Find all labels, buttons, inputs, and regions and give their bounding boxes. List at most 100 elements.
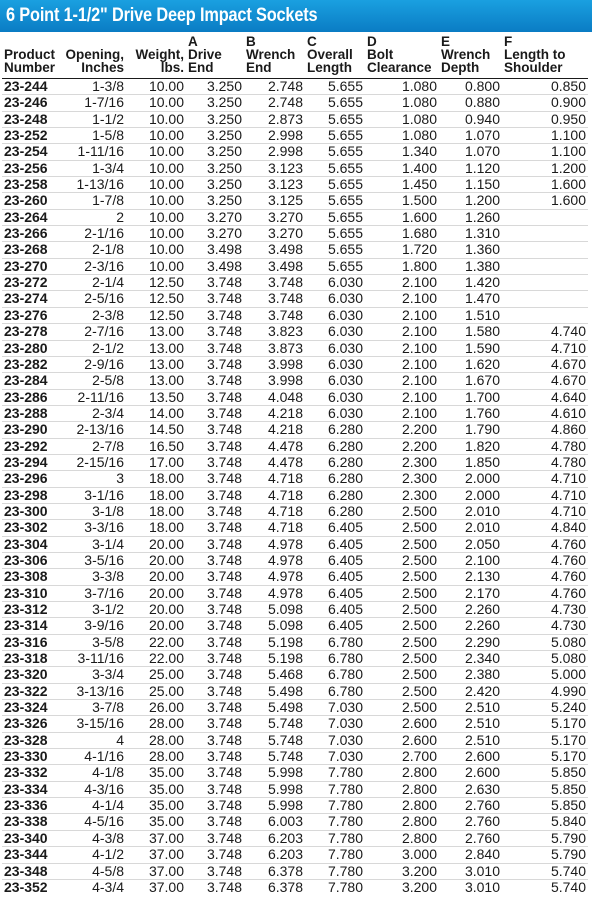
cell-overall-length: 6.280 xyxy=(305,454,365,472)
cell-opening-inches: 3-1/16 xyxy=(60,487,126,504)
cell-opening-inches: 2-7/16 xyxy=(60,323,126,341)
cell-opening-inches: 2-13/16 xyxy=(60,421,126,439)
cell-length-to-shoulder: 5.080 xyxy=(502,650,588,668)
cell-bolt-clearance: 3.000 xyxy=(365,846,439,864)
cell-bolt-clearance: 2.500 xyxy=(365,650,439,668)
cell-opening-inches: 4-3/8 xyxy=(60,830,126,848)
cell-opening-inches: 4 xyxy=(60,732,126,750)
cell-wrench-end: 3.998 xyxy=(244,356,305,374)
table-row: 23-330 4-1/16 28.00 3.748 5.748 7.030 2.700 2.6… xyxy=(2,748,588,766)
cell-opening-inches: 2-5/8 xyxy=(60,372,126,390)
cell-length-to-shoulder: 0.950 xyxy=(502,111,588,129)
cell-overall-length: 6.405 xyxy=(305,519,365,537)
cell-weight-lbs: 18.00 xyxy=(126,487,186,504)
cell-product-number: 23-348 xyxy=(2,863,60,880)
cell-weight-lbs: 37.00 xyxy=(126,846,186,864)
table-row: 23-284 2-5/8 13.00 3.748 3.998 6.030 2.100 1.67… xyxy=(2,372,588,390)
cell-wrench-depth: 2.510 xyxy=(439,716,502,733)
cell-wrench-depth: 1.510 xyxy=(439,307,502,325)
cell-drive-end: 3.748 xyxy=(186,765,244,782)
cell-length-to-shoulder: 5.240 xyxy=(502,699,588,717)
cell-length-to-shoulder: 0.850 xyxy=(502,78,588,96)
cell-overall-length: 6.280 xyxy=(305,503,365,521)
cell-bolt-clearance: 2.500 xyxy=(365,618,439,635)
cell-weight-lbs: 20.00 xyxy=(126,618,186,635)
table-row: 23-296 3 18.00 3.748 4.718 6.280 2.300 2.000 4.7… xyxy=(2,470,588,488)
cell-length-to-shoulder: 4.780 xyxy=(502,454,588,472)
cell-opening-inches: 3-5/8 xyxy=(60,634,126,652)
cell-weight-lbs: 35.00 xyxy=(126,797,186,815)
cell-drive-end: 3.748 xyxy=(206,878,242,895)
cell-opening-inches: 1-1/2 xyxy=(60,111,126,129)
cell-bolt-clearance: 2.300 xyxy=(365,454,439,472)
cell-weight-lbs: 20.00 xyxy=(126,568,186,586)
cell-product-number: 23-290 xyxy=(2,421,60,439)
cell-wrench-depth: 2.260 xyxy=(439,601,502,619)
cell-overall-length: 6.405 xyxy=(305,585,365,603)
cell-wrench-end: 2.748 xyxy=(244,78,305,96)
cell-wrench-depth: 1.670 xyxy=(439,372,502,390)
cell-product-number: 23-300 xyxy=(2,503,60,521)
cell-wrench-depth: 1.260 xyxy=(439,209,502,227)
cell-length-to-shoulder xyxy=(502,258,588,276)
cell-wrench-depth: 1.700 xyxy=(439,389,502,406)
cell-opening-inches: 4-3/16 xyxy=(60,781,126,799)
cell-weight-lbs: 13.00 xyxy=(126,356,186,374)
cell-drive-end: 3.498 xyxy=(186,258,244,276)
table-row: 23-338 4-5/16 35.00 3.748 6.003 7.780 2.800 2.7… xyxy=(2,814,588,831)
cell-wrench-end: 6.203 xyxy=(244,846,305,864)
cell-wrench-end: 4.718 xyxy=(244,487,305,504)
table-row: 23-246 1-7/16 10.00 3.250 2.748 5.655 1.080 0.8… xyxy=(2,95,588,112)
cell-product-number: 23-318 xyxy=(2,650,60,668)
cell-weight-lbs: 12.50 xyxy=(126,274,186,292)
cell-length-to-shoulder: 4.990 xyxy=(502,683,588,701)
table-row: 23-308 3-3/8 20.00 3.748 4.978 6.405 2.500 2.13… xyxy=(2,568,588,586)
cell-opening-inches: 3-5/16 xyxy=(60,552,126,570)
cell-overall-length: 6.780 xyxy=(305,634,365,652)
cell-opening-inches: 3-1/2 xyxy=(60,601,126,619)
cell-overall-length: 6.280 xyxy=(305,470,365,488)
cell-drive-end: 3.748 xyxy=(186,552,244,570)
cell-opening-inches: 3-3/16 xyxy=(60,519,126,537)
cell-product-number: 23-298 xyxy=(2,487,60,504)
cell-wrench-depth: 0.880 xyxy=(439,95,502,112)
cell-overall-length: 6.030 xyxy=(305,356,365,374)
cell-opening-inches: 4-1/4 xyxy=(60,797,126,815)
cell-wrench-end: 4.478 xyxy=(244,454,305,472)
cell-length-to-shoulder xyxy=(502,290,588,308)
cell-wrench-end: 4.978 xyxy=(244,536,305,553)
cell-wrench-depth: 2.100 xyxy=(439,552,502,570)
cell-bolt-clearance: 3.200 xyxy=(365,863,439,880)
table-row: 23-312 3-1/2 20.00 3.748 5.098 6.405 2.500 2.26… xyxy=(2,601,588,619)
cell-opening-inches: 3-7/8 xyxy=(60,699,126,717)
cell-overall-length: 5.655 xyxy=(305,258,365,276)
cell-bolt-clearance: 2.100 xyxy=(365,340,439,357)
cell-weight-lbs: 18.00 xyxy=(126,470,186,488)
cell-product-number: 23-274 xyxy=(2,291,60,308)
cell-wrench-depth: 1.070 xyxy=(439,127,502,145)
cell-overall-length: 5.655 xyxy=(305,144,365,161)
cell-weight-lbs: 20.00 xyxy=(126,601,186,619)
cell-wrench-depth: 2.340 xyxy=(439,650,502,668)
table-row: 23-248 1-1/2 10.00 3.250 2.873 5.655 1.080 0.94… xyxy=(2,111,588,129)
cell-drive-end: 3.748 xyxy=(186,830,244,848)
cell-drive-end: 3.748 xyxy=(186,340,244,357)
table-row: 23-298 3-1/16 18.00 3.748 4.718 6.280 2.300 2.0… xyxy=(2,487,588,504)
cell-opening-inches: 2-5/16 xyxy=(60,291,126,308)
cell-wrench-end: 5.748 xyxy=(244,732,305,750)
cell-wrench-depth: 2.760 xyxy=(439,797,502,815)
cell-length-to-shoulder: 4.670 xyxy=(502,356,588,374)
cell-length-to-shoulder: 5.850 xyxy=(502,797,588,815)
cell-weight-lbs: 28.00 xyxy=(126,748,186,766)
cell-product-number: 23-330 xyxy=(2,748,60,766)
cell-overall-length: 6.030 xyxy=(305,340,365,357)
cell-wrench-end: 5.998 xyxy=(244,797,305,815)
cell-length-to-shoulder: 1.600 xyxy=(502,193,588,210)
table-row: 23-318 3-11/16 22.00 3.748 5.198 6.780 2.500 2.… xyxy=(2,650,588,668)
table-row: 23-306 3-5/16 20.00 3.748 4.978 6.405 2.500 2.1… xyxy=(2,552,588,570)
cell-weight-lbs: 20.00 xyxy=(126,552,186,570)
table-row: 23-254 1-11/16 10.00 3.250 2.998 5.655 1.340 1.… xyxy=(2,144,588,161)
cell-overall-length: 7.030 xyxy=(305,732,365,750)
cell-drive-end: 3.748 xyxy=(186,307,244,325)
cell-weight-lbs: 12.50 xyxy=(126,307,186,325)
